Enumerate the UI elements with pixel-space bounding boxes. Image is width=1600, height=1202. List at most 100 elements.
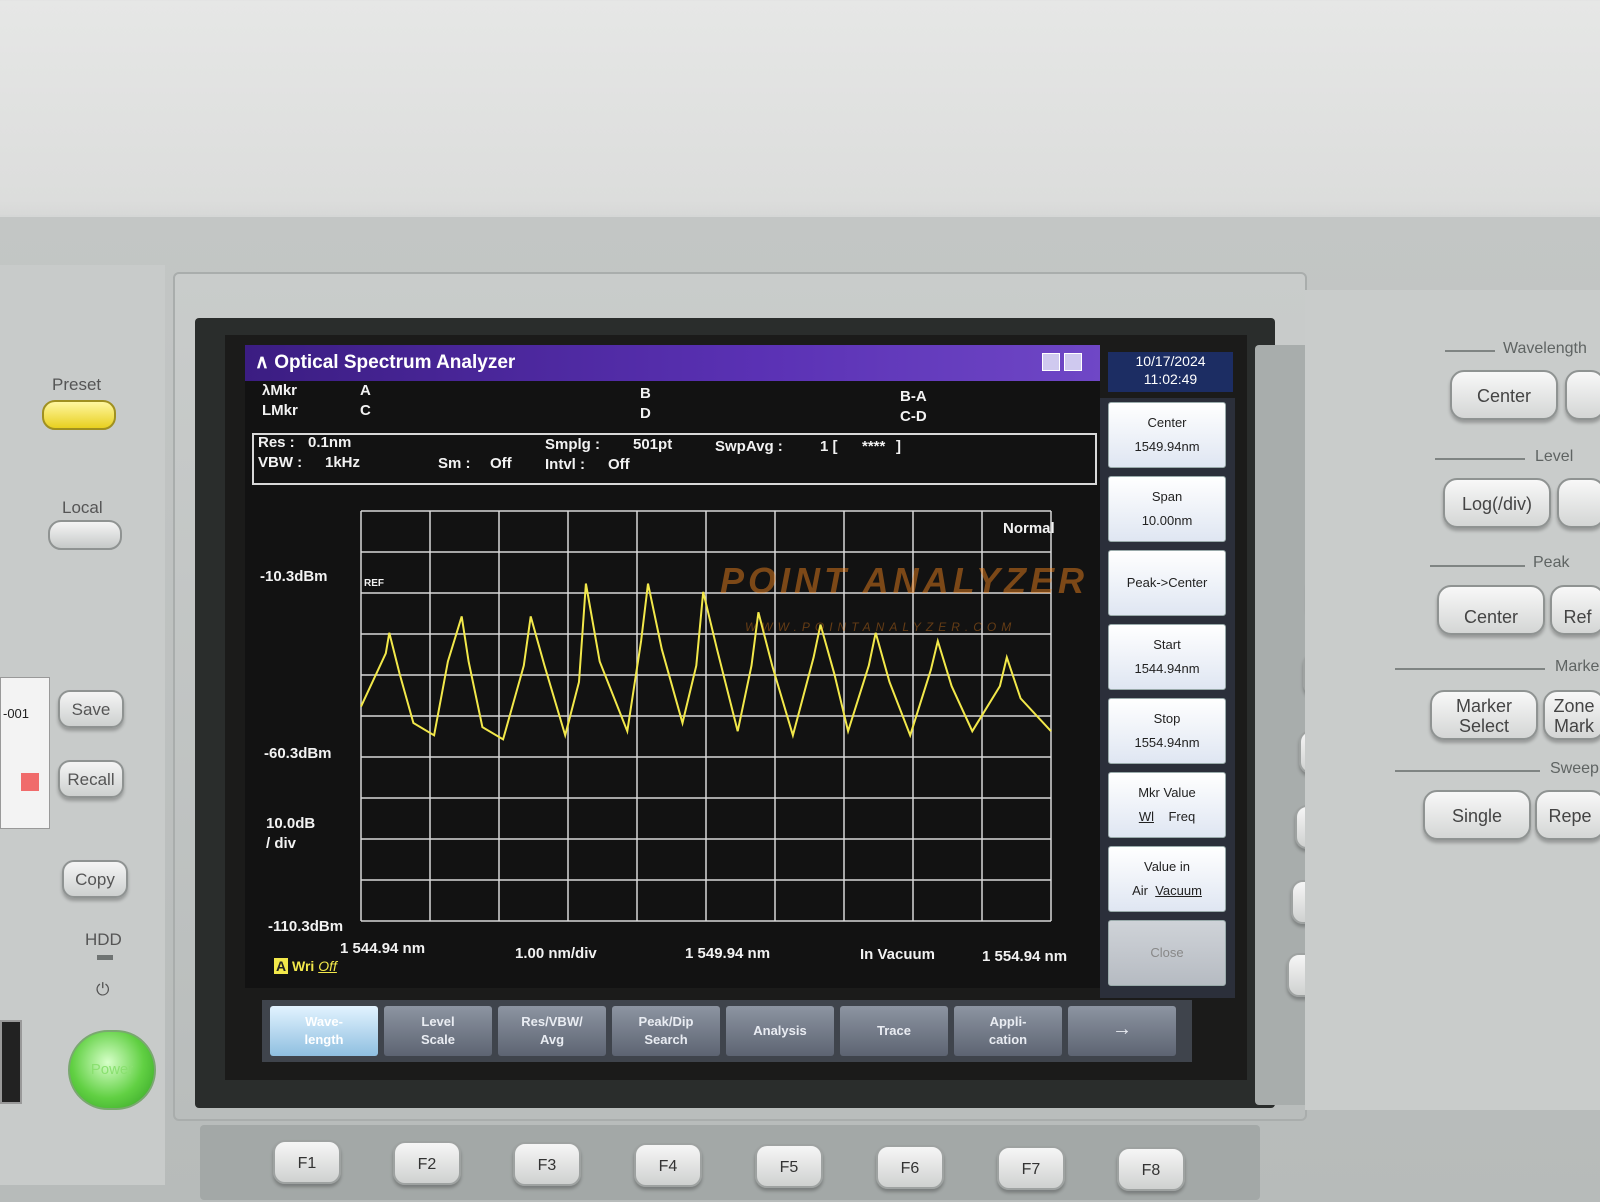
maximize-button[interactable] xyxy=(1064,353,1082,371)
label-sticker-mark xyxy=(21,773,39,791)
wavelength-center-button[interactable]: Center xyxy=(1450,370,1558,420)
trace-indicator[interactable]: A Wri Off xyxy=(274,958,337,974)
menu-bar: Wave-length Level Scale Res/VBW/Avg Peak/… xyxy=(262,1000,1192,1062)
trace-indicator-state: Off xyxy=(318,958,337,974)
save-button[interactable]: Save xyxy=(58,690,124,728)
marker-d: D xyxy=(640,405,651,422)
y-axis-mid-level: -60.3dBm xyxy=(264,745,332,762)
x-axis-stop: 1 554.94 nm xyxy=(982,948,1068,965)
marker-group-line xyxy=(1395,668,1545,670)
hdd-label: HDD xyxy=(85,930,122,949)
bottom-key-f8[interactable]: F8 xyxy=(1117,1147,1185,1191)
power-button[interactable]: Power xyxy=(68,1030,156,1110)
peak-center-button[interactable]: Center xyxy=(1437,585,1545,635)
date: 10/17/2024 xyxy=(1135,353,1206,369)
x-axis-medium: In Vacuum xyxy=(860,946,936,963)
left-control-panel: Preset Local -001 Save Recall Copy HDD ⏻… xyxy=(0,265,165,1185)
local-button[interactable] xyxy=(48,520,122,550)
marker-c-minus-d: C-D xyxy=(900,408,927,425)
tab-res-vbw-avg-line2: Avg xyxy=(539,1032,565,1047)
right-control-panel: Wavelength Center Level Log(/div) Peak C… xyxy=(1305,290,1600,1110)
tab-wavelength-line1: Wave- xyxy=(305,1014,343,1029)
preset-button[interactable] xyxy=(42,400,116,430)
softkey-peak-to-center[interactable]: Peak->Center xyxy=(1108,550,1226,616)
softkey-span[interactable]: Span 10.00nm xyxy=(1108,476,1226,542)
x-axis-start: 1 544.94 nm xyxy=(340,940,426,957)
tab-level-scale-line1: Level xyxy=(421,1014,455,1029)
watermark-url: WWW.POINTANALYZER.COM xyxy=(745,620,1017,634)
marker-select-button[interactable]: Marker Select xyxy=(1430,690,1538,740)
wavelength-next-button[interactable] xyxy=(1565,370,1600,420)
option-frequency: Freq xyxy=(1168,809,1196,824)
option-air: Air xyxy=(1132,883,1148,898)
tab-level-scale-line2: Scale xyxy=(421,1032,455,1047)
peak-ref-button[interactable]: Ref xyxy=(1550,585,1600,635)
watermark-text: POINT ANALYZER xyxy=(720,560,1088,601)
softkey-stop[interactable]: Stop 1554.94nm xyxy=(1108,698,1226,764)
vbw-label: VBW : xyxy=(258,454,303,471)
bottom-key-f7[interactable]: F7 xyxy=(997,1146,1065,1190)
softkey-center-label: Center xyxy=(1147,415,1187,430)
bottom-key-f1[interactable]: F1 xyxy=(273,1140,341,1184)
tab-analysis[interactable]: Analysis xyxy=(726,1006,834,1056)
softkey-peak-to-center-label: Peak->Center xyxy=(1126,575,1208,590)
softkey-value-in-label: Value in xyxy=(1143,859,1190,874)
softkey-value-in[interactable]: Value in Air Vacuum xyxy=(1108,846,1226,912)
tab-trace[interactable]: Trace xyxy=(840,1006,948,1056)
preset-label: Preset xyxy=(52,375,102,394)
bottom-key-f2[interactable]: F2 xyxy=(393,1141,461,1185)
softkey-stop-label: Stop xyxy=(1153,711,1181,726)
level-group-line xyxy=(1435,458,1525,460)
smplg-label: Smplg : xyxy=(545,436,600,453)
zone-marker-line2: Mark xyxy=(1554,716,1594,736)
smplg-value: 501pt xyxy=(633,436,673,453)
softkey-marker-value[interactable]: Mkr Value Wl Freq xyxy=(1108,772,1226,838)
peak-group-line xyxy=(1430,565,1525,567)
marker-select-line2: Select xyxy=(1458,716,1510,736)
zone-marker-line1: Zone xyxy=(1553,696,1595,716)
tab-peak-dip-search[interactable]: Peak/Dip Search xyxy=(612,1006,720,1056)
tab-level-scale[interactable]: Level Scale xyxy=(384,1006,492,1056)
bottom-key-f3[interactable]: F3 xyxy=(513,1142,581,1186)
softkey-center[interactable]: Center 1549.94nm xyxy=(1108,402,1226,468)
power-label: Power xyxy=(90,1061,134,1078)
option-vacuum: Vacuum xyxy=(1155,883,1202,898)
softkey-close[interactable]: Close xyxy=(1108,920,1226,986)
recall-button[interactable]: Recall xyxy=(58,760,124,798)
tab-wavelength[interactable]: Wave-length xyxy=(270,1006,378,1056)
swpavg-stars: **** xyxy=(862,438,886,455)
bottom-key-f4[interactable]: F4 xyxy=(634,1143,702,1187)
trace-indicator-mode: Wri xyxy=(292,958,315,974)
intvl-label: Intvl : xyxy=(545,456,585,473)
usb-port[interactable] xyxy=(0,1020,22,1104)
softkey-span-value: 10.00nm xyxy=(1141,513,1193,528)
tab-res-vbw-avg[interactable]: Res/VBW/Avg xyxy=(498,1006,606,1056)
wavelength-marker-label: λMkr xyxy=(262,382,298,399)
zone-marker-button[interactable]: Zone Mark xyxy=(1543,690,1600,740)
level-next-button[interactable] xyxy=(1557,478,1600,528)
marker-a: A xyxy=(360,382,371,399)
tab-next-arrow-icon[interactable]: → xyxy=(1068,1006,1176,1056)
marker-b: B xyxy=(640,385,651,402)
tab-application[interactable]: Appli-cation xyxy=(954,1006,1062,1056)
label-sticker: -001 xyxy=(0,677,50,829)
softkey-close-label: Close xyxy=(1150,945,1184,960)
softkey-start-label: Start xyxy=(1153,637,1181,652)
swpavg-value: 1 [ xyxy=(820,438,838,455)
copy-button[interactable]: Copy xyxy=(62,860,128,898)
y-axis-top-level: -10.3dBm xyxy=(260,568,328,585)
bottom-key-f6[interactable]: F6 xyxy=(876,1145,944,1189)
log-div-button[interactable]: Log(/div) xyxy=(1443,478,1551,528)
single-sweep-button[interactable]: Single xyxy=(1423,790,1531,840)
wavelength-group-line xyxy=(1445,350,1495,352)
x-axis-division: 1.00 nm/div xyxy=(515,945,597,962)
softkey-marker-value-label: Mkr Value xyxy=(1138,785,1196,800)
bottom-key-f5[interactable]: F5 xyxy=(755,1144,823,1188)
repeat-sweep-button[interactable]: Repe xyxy=(1535,790,1600,840)
softkey-start[interactable]: Start 1544.94nm xyxy=(1108,624,1226,690)
tab-application-line1: Appli- xyxy=(989,1014,1027,1029)
level-group-label: Level xyxy=(1535,448,1574,465)
softkey-start-value: 1544.94nm xyxy=(1134,661,1200,676)
option-wavelength: Wl xyxy=(1138,809,1154,824)
minimize-button[interactable] xyxy=(1042,353,1060,371)
